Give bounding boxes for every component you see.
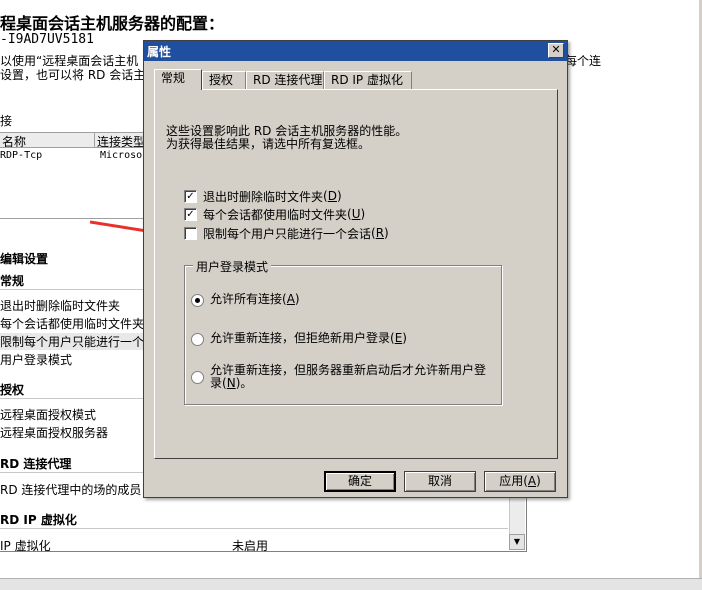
radio-button[interactable]	[191, 371, 204, 384]
radio-label-cont: 录	[210, 376, 223, 390]
group-divider	[0, 528, 508, 529]
intro-text: 这些设置影响此 RD 会话主机服务器的性能。 为获得最佳结果，请选中所有复选框。	[166, 125, 407, 151]
apply-label: 应用	[499, 474, 524, 488]
tab-ip-virtualization[interactable]: RD IP 虚拟化	[324, 71, 412, 89]
checkbox-delete-temp-folders[interactable]: ✓ 退出时删除临时文件夹 (D)	[184, 188, 342, 204]
checkbox-label: 每个会话都使用临时文件夹	[203, 207, 348, 222]
checkbox-box[interactable]	[184, 226, 197, 240]
scroll-down-arrow-icon[interactable]: ▼	[509, 534, 525, 550]
radio-label: 允许重新连接，但拒绝新用户登录	[210, 331, 391, 345]
ok-button[interactable]: 确定	[324, 471, 396, 492]
accelerator-letter: N	[226, 376, 236, 390]
radio-allow-all[interactable]: 允许所有连接(A)	[191, 293, 300, 307]
accelerator-letter: E	[394, 331, 403, 345]
connections-heading: 接	[0, 114, 13, 128]
accelerator-letter: R	[375, 226, 385, 240]
close-icon[interactable]: ✕	[548, 43, 564, 58]
connections-table-header: 名称 连接类型	[0, 132, 145, 150]
setting-farm-member[interactable]: RD 连接代理中的场的成员	[0, 481, 141, 498]
column-header-type[interactable]: 连接类型	[97, 133, 145, 150]
bottom-status-strip	[0, 578, 702, 590]
accelerator-letter: A	[286, 292, 295, 306]
radio-label: 允许所有连接	[210, 292, 283, 306]
checkbox-label: 退出时删除临时文件夹	[203, 189, 324, 204]
setting-license-server[interactable]: 远程桌面授权服务器	[0, 424, 108, 441]
settings-group-connection-broker: RD 连接代理	[0, 457, 72, 471]
group-legend: 用户登录模式	[193, 258, 272, 275]
accelerator-key: (U)	[347, 207, 366, 221]
setting-limit-single-session[interactable]: 限制每个用户只能进行一个	[0, 333, 145, 350]
radio-button[interactable]	[191, 294, 204, 307]
accelerator-letter: D	[327, 189, 337, 203]
page-title: 程桌面会话主机服务器的配置：	[0, 14, 225, 33]
checkbox-box[interactable]: ✓	[184, 207, 197, 221]
connection-row-name[interactable]: RDP-Tcp	[0, 150, 42, 161]
settings-section-title: 编辑设置	[0, 252, 49, 266]
settings-group-licensing: 授权	[0, 383, 25, 397]
checkbox-box[interactable]: ✓	[184, 189, 197, 203]
accelerator-letter: U	[351, 207, 361, 221]
radio-allow-reconnect-until-restart[interactable]: 允许重新连接，但服务器重新启动后才允许新用户登 录(N)。	[191, 364, 486, 390]
intro-line-2: 为获得最佳结果，请选中所有复选框。	[166, 137, 371, 151]
tab-licensing[interactable]: 授权	[202, 71, 246, 89]
properties-dialog: 属性 ✕ 常规 授权 RD 连接代理 RD IP 虚拟化 这些设置影响此 RD …	[143, 40, 568, 498]
group-divider	[0, 472, 145, 473]
column-header-name[interactable]: 名称	[0, 133, 95, 147]
cancel-button[interactable]: 取消	[404, 471, 476, 492]
tab-connection-broker[interactable]: RD 连接代理	[246, 71, 324, 89]
user-logon-mode-group: 用户登录模式 允许所有连接(A) 允许重新连接，但拒绝新用户登录(E) 允许重新…	[184, 258, 502, 405]
description-line-2: 设置，也可以将 RD 会话主	[0, 68, 146, 82]
accelerator-letter: A	[527, 474, 537, 488]
settings-group-general: 常规	[0, 274, 25, 288]
settings-group-ip-virtualization: RD IP 虚拟化	[0, 513, 77, 527]
dialog-title: 属性	[147, 45, 172, 59]
tab-general[interactable]: 常规	[154, 69, 202, 90]
accelerator-key: (R)	[371, 226, 389, 240]
radio-button[interactable]	[191, 333, 204, 346]
connection-row-type[interactable]: Microso	[100, 150, 142, 161]
setting-licensing-mode[interactable]: 远程桌面授权模式	[0, 406, 96, 423]
group-divider	[0, 398, 145, 399]
description-line-1-tail: 每个连	[565, 54, 602, 68]
radio-allow-reconnect-deny-new[interactable]: 允许重新连接，但拒绝新用户登录(E)	[191, 332, 407, 346]
checkbox-use-temp-folders[interactable]: ✓ 每个会话都使用临时文件夹 (U)	[184, 206, 365, 222]
server-name: -I9AD7UV5181	[0, 32, 94, 47]
group-divider	[0, 289, 145, 290]
checkbox-label: 限制每个用户只能进行一个会话	[203, 226, 372, 241]
dialog-titlebar[interactable]: 属性 ✕	[144, 41, 567, 61]
setting-delete-temp-folders[interactable]: 退出时删除临时文件夹	[0, 297, 120, 314]
apply-button[interactable]: 应用(A)	[484, 471, 556, 492]
checkbox-limit-single-session[interactable]: 限制每个用户只能进行一个会话 (R)	[184, 225, 389, 241]
setting-use-temp-folders[interactable]: 每个会话都使用临时文件夹	[0, 315, 144, 332]
accelerator-key: (D)	[323, 189, 342, 203]
panel-bottom-border	[0, 551, 526, 552]
setting-user-logon-mode[interactable]: 用户登录模式	[0, 351, 72, 368]
